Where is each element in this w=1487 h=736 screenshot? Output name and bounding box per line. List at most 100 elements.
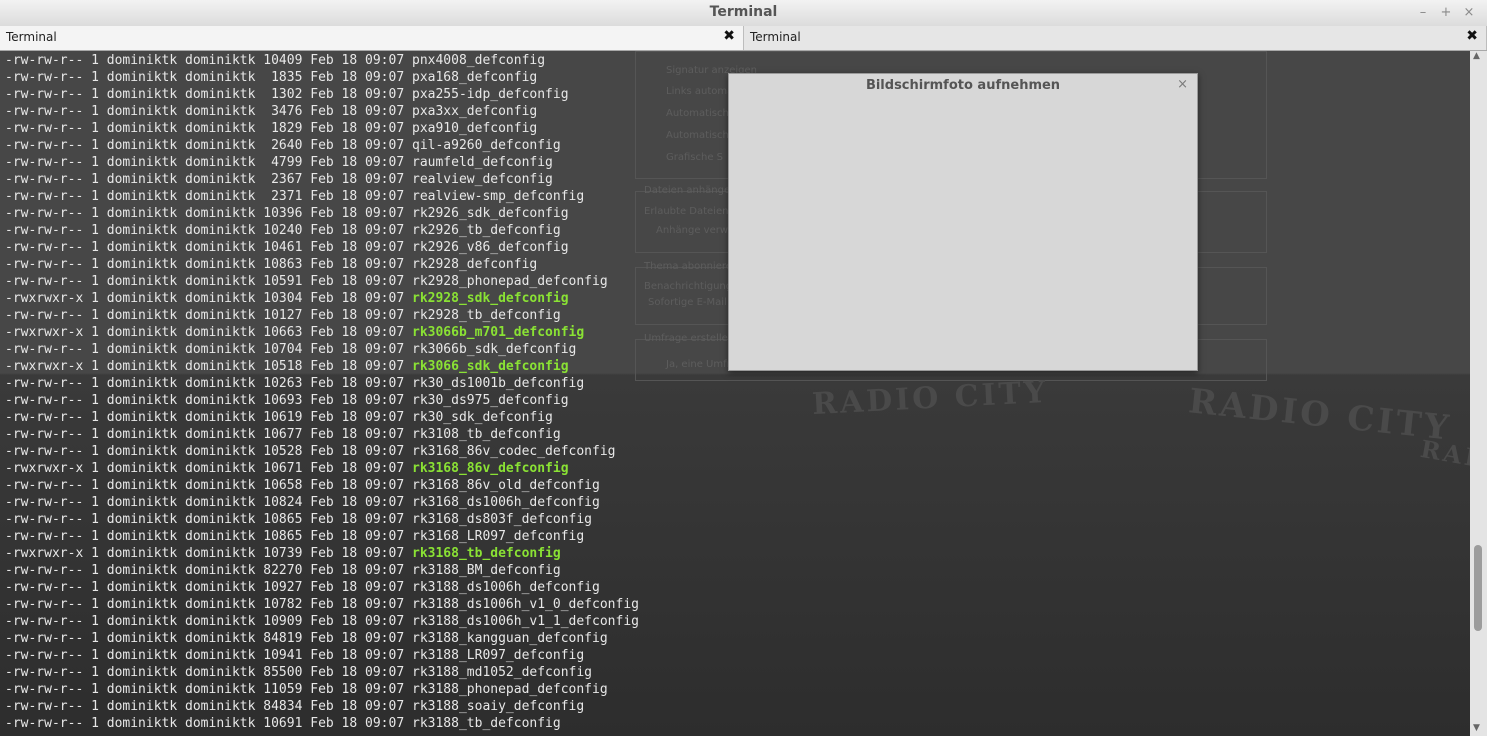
terminal-line: -rw-rw-r-- 1 dominiktk dominiktk 3476 Fe… [5, 103, 639, 120]
line-meta: -rw-rw-r-- 1 dominiktk dominiktk 10461 F… [5, 240, 412, 255]
terminal-line: -rw-rw-r-- 1 dominiktk dominiktk 10658 F… [5, 477, 639, 494]
background-text: Dateien anhängen [644, 185, 737, 196]
line-meta: -rw-rw-r-- 1 dominiktk dominiktk 10865 F… [5, 529, 412, 544]
terminal-line: -rw-rw-r-- 1 dominiktk dominiktk 10409 F… [5, 52, 639, 69]
terminal-line: -rw-rw-r-- 1 dominiktk dominiktk 10591 F… [5, 273, 639, 290]
line-meta: -rw-rw-r-- 1 dominiktk dominiktk 10824 F… [5, 495, 412, 510]
line-meta: -rw-rw-r-- 1 dominiktk dominiktk 10591 F… [5, 274, 412, 289]
maximize-button[interactable]: + [1439, 5, 1453, 20]
file-name: rk2928_tb_defconfig [412, 308, 561, 323]
terminal-line: -rw-rw-r-- 1 dominiktk dominiktk 1829 Fe… [5, 120, 639, 137]
line-meta: -rw-rw-r-- 1 dominiktk dominiktk 10263 F… [5, 376, 412, 391]
line-meta: -rw-rw-r-- 1 dominiktk dominiktk 2640 Fe… [5, 138, 412, 153]
terminal-line: -rwxrwxr-x 1 dominiktk dominiktk 10671 F… [5, 460, 639, 477]
line-meta: -rw-rw-r-- 1 dominiktk dominiktk 10127 F… [5, 308, 412, 323]
screenshot-dialog: Bildschirmfoto aufnehmen × [728, 73, 1198, 371]
file-name: rk3188_ds1006h_v1_1_defconfig [412, 614, 639, 629]
file-name: pxa3xx_defconfig [412, 104, 538, 119]
terminal-line: -rw-rw-r-- 1 dominiktk dominiktk 10704 F… [5, 341, 639, 358]
terminal-line: -rw-rw-r-- 1 dominiktk dominiktk 10693 F… [5, 392, 639, 409]
terminal-line: -rw-rw-r-- 1 dominiktk dominiktk 85500 F… [5, 664, 639, 681]
background-sign-text: RADIO [1418, 433, 1470, 482]
minimize-button[interactable]: – [1416, 5, 1430, 20]
line-meta: -rwxrwxr-x 1 dominiktk dominiktk 10739 F… [5, 546, 412, 561]
line-meta: -rw-rw-r-- 1 dominiktk dominiktk 11059 F… [5, 682, 412, 697]
tab-close-icon[interactable]: ✖ [1466, 28, 1478, 44]
background-text: Sofortige E-Mail [648, 297, 727, 308]
background-text: Benachrichtigung [644, 281, 733, 292]
tab-label: Terminal [750, 30, 801, 44]
terminal-line: -rw-rw-r-- 1 dominiktk dominiktk 10240 F… [5, 222, 639, 239]
background-text: Grafische S [666, 152, 724, 163]
terminal-line: -rw-rw-r-- 1 dominiktk dominiktk 10865 F… [5, 511, 639, 528]
dialog-close-icon[interactable]: × [1177, 77, 1188, 92]
line-meta: -rw-rw-r-- 1 dominiktk dominiktk 3476 Fe… [5, 104, 412, 119]
line-meta: -rw-rw-r-- 1 dominiktk dominiktk 10691 F… [5, 716, 412, 731]
tab-terminal-1[interactable]: Terminal ✖ [0, 26, 744, 50]
line-meta: -rwxrwxr-x 1 dominiktk dominiktk 10518 F… [5, 359, 412, 374]
terminal-line: -rw-rw-r-- 1 dominiktk dominiktk 84819 F… [5, 630, 639, 647]
background-sign-text: RADIO CITY [811, 374, 1050, 423]
line-meta: -rw-rw-r-- 1 dominiktk dominiktk 10865 F… [5, 512, 412, 527]
tab-close-icon[interactable]: ✖ [723, 28, 735, 44]
line-meta: -rw-rw-r-- 1 dominiktk dominiktk 10782 F… [5, 597, 412, 612]
line-meta: -rw-rw-r-- 1 dominiktk dominiktk 1302 Fe… [5, 87, 412, 102]
line-meta: -rw-rw-r-- 1 dominiktk dominiktk 10704 F… [5, 342, 412, 357]
line-meta: -rw-rw-r-- 1 dominiktk dominiktk 10240 F… [5, 223, 412, 238]
line-meta: -rw-rw-r-- 1 dominiktk dominiktk 10863 F… [5, 257, 412, 272]
tab-label: Terminal [6, 30, 57, 44]
file-name: rk3188_soaiy_defconfig [412, 699, 585, 714]
dialog-title: Bildschirmfoto aufnehmen [865, 78, 1061, 93]
terminal-line: -rw-rw-r-- 1 dominiktk dominiktk 10263 F… [5, 375, 639, 392]
scrollbar-thumb[interactable] [1474, 545, 1482, 631]
terminal-line: -rw-rw-r-- 1 dominiktk dominiktk 4799 Fe… [5, 154, 639, 171]
line-meta: -rw-rw-r-- 1 dominiktk dominiktk 10927 F… [5, 580, 412, 595]
line-meta: -rwxrwxr-x 1 dominiktk dominiktk 10671 F… [5, 461, 412, 476]
terminal-line: -rwxrwxr-x 1 dominiktk dominiktk 10304 F… [5, 290, 639, 307]
scroll-down-arrow-icon[interactable]: ▼ [1473, 723, 1480, 733]
file-name: rk3066b_sdk_defconfig [412, 342, 577, 357]
file-name: qil-a9260_defconfig [412, 138, 561, 153]
terminal-line: -rw-rw-r-- 1 dominiktk dominiktk 1302 Fe… [5, 86, 639, 103]
file-name: rk3168_86v_old_defconfig [412, 478, 600, 493]
close-window-button[interactable]: × [1462, 5, 1476, 20]
terminal-line: -rw-rw-r-- 1 dominiktk dominiktk 10782 F… [5, 596, 639, 613]
line-meta: -rw-rw-r-- 1 dominiktk dominiktk 10941 F… [5, 648, 412, 663]
file-name: rk2926_tb_defconfig [412, 223, 561, 238]
line-meta: -rw-rw-r-- 1 dominiktk dominiktk 10396 F… [5, 206, 412, 221]
file-name: rk30_ds1001b_defconfig [412, 376, 585, 391]
terminal-line: -rw-rw-r-- 1 dominiktk dominiktk 1835 Fe… [5, 69, 639, 86]
terminal-line: -rwxrwxr-x 1 dominiktk dominiktk 10518 F… [5, 358, 639, 375]
file-name: rk3168_86v_defconfig [412, 461, 569, 476]
terminal-line: -rw-rw-r-- 1 dominiktk dominiktk 10927 F… [5, 579, 639, 596]
line-meta: -rw-rw-r-- 1 dominiktk dominiktk 1829 Fe… [5, 121, 412, 136]
vertical-scrollbar[interactable]: ▲ ▼ [1470, 51, 1487, 736]
line-meta: -rw-rw-r-- 1 dominiktk dominiktk 10528 F… [5, 444, 412, 459]
tab-terminal-2[interactable]: Terminal ✖ [744, 26, 1487, 50]
terminal-line: -rw-rw-r-- 1 dominiktk dominiktk 10691 F… [5, 715, 639, 732]
terminal-line: -rw-rw-r-- 1 dominiktk dominiktk 84834 F… [5, 698, 639, 715]
line-meta: -rw-rw-r-- 1 dominiktk dominiktk 4799 Fe… [5, 155, 412, 170]
line-meta: -rw-rw-r-- 1 dominiktk dominiktk 10693 F… [5, 393, 412, 408]
file-name: rk2928_phonepad_defconfig [412, 274, 608, 289]
line-meta: -rw-rw-r-- 1 dominiktk dominiktk 82270 F… [5, 563, 412, 578]
file-name: pxa910_defconfig [412, 121, 538, 136]
terminal-line: -rw-rw-r-- 1 dominiktk dominiktk 10909 F… [5, 613, 639, 630]
terminal-line: -rw-rw-r-- 1 dominiktk dominiktk 10619 F… [5, 409, 639, 426]
file-name: rk3108_tb_defconfig [412, 427, 561, 442]
terminal-line: -rw-rw-r-- 1 dominiktk dominiktk 10863 F… [5, 256, 639, 273]
terminal-line: -rwxrwxr-x 1 dominiktk dominiktk 10739 F… [5, 545, 639, 562]
file-name: rk3168_LR097_defconfig [412, 529, 585, 544]
background-sign-text: RADIO CITY [1186, 381, 1454, 449]
terminal-line: -rw-rw-r-- 1 dominiktk dominiktk 2371 Fe… [5, 188, 639, 205]
file-name: pnx4008_defconfig [412, 53, 546, 68]
line-meta: -rw-rw-r-- 1 dominiktk dominiktk 1835 Fe… [5, 70, 412, 85]
line-meta: -rw-rw-r-- 1 dominiktk dominiktk 2367 Fe… [5, 172, 412, 187]
scroll-up-arrow-icon[interactable]: ▲ [1473, 51, 1480, 61]
file-name: rk30_ds975_defconfig [412, 393, 569, 408]
file-name: rk3188_ds1006h_defconfig [412, 580, 600, 595]
file-name: rk30_sdk_defconfig [412, 410, 553, 425]
terminal-line: -rw-rw-r-- 1 dominiktk dominiktk 10461 F… [5, 239, 639, 256]
background-text: Automatisch [666, 130, 729, 141]
terminal-line: -rw-rw-r-- 1 dominiktk dominiktk 2367 Fe… [5, 171, 639, 188]
